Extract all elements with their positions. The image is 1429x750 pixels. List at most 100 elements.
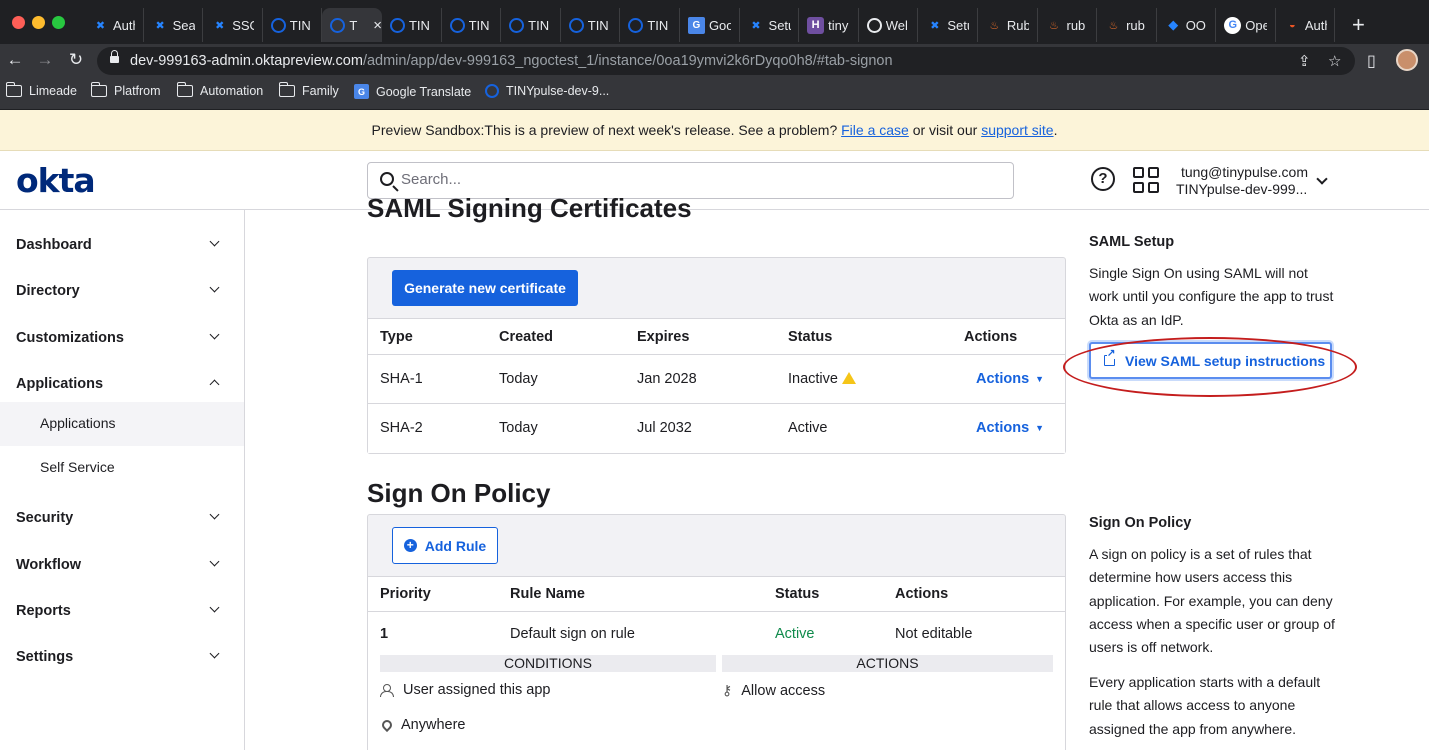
forward-icon[interactable]: → <box>34 50 56 70</box>
condition-label: Anywhere <box>401 717 466 733</box>
browser-tab[interactable]: Htiny <box>799 8 859 42</box>
browser-tab[interactable]: TIN <box>561 8 621 42</box>
okta-ring-icon <box>568 17 584 33</box>
action-allow-access: ⚷ Allow access <box>722 682 825 699</box>
bookmark-item[interactable]: Limeade <box>5 82 77 98</box>
okta-ring-icon <box>330 17 346 33</box>
policy-info-text-2: Every application starts with a default … <box>1089 674 1321 737</box>
share-icon[interactable]: ⇪ <box>1298 52 1311 70</box>
help-icon[interactable]: ? <box>1091 167 1115 191</box>
tab-title: rub <box>1126 17 1145 33</box>
cert-status: Inactive <box>788 371 838 387</box>
browser-tab[interactable]: ◆ OO <box>1157 8 1217 42</box>
sidebar-item-label: Security <box>16 510 74 526</box>
chevron-down-icon <box>209 329 220 340</box>
sidebar-item-customizations[interactable]: Customizations <box>0 309 244 355</box>
sidebar-item-label: Workflow <box>16 557 81 573</box>
profile-avatar[interactable] <box>1396 49 1418 71</box>
sidebar-item-dashboard[interactable]: Dashboard <box>0 216 244 262</box>
back-icon[interactable]: ← <box>4 50 26 70</box>
sidebar-item-reports[interactable]: Reports <box>0 582 244 628</box>
url-text[interactable]: dev-999163-admin.oktapreview.com/admin/a… <box>130 53 893 69</box>
generate-certificate-button[interactable]: Generate new certificate <box>392 270 578 306</box>
close-tab-icon[interactable]: × <box>373 17 382 34</box>
url-field[interactable]: dev-999163-admin.oktapreview.com/admin/a… <box>97 47 1355 75</box>
tab-title: TIN <box>468 17 490 33</box>
maximize-window-button[interactable] <box>52 16 65 29</box>
sidebar-item-directory[interactable]: Directory <box>0 262 244 308</box>
location-pin-icon <box>379 717 395 733</box>
bookmark-item[interactable]: G Google Translate <box>354 84 471 99</box>
browser-tab[interactable]: ♨ rub <box>1097 8 1157 42</box>
app-switcher-icon[interactable] <box>1133 167 1159 193</box>
user-org[interactable]: TINYpulse-dev-999... <box>1176 181 1307 197</box>
tab-title: Wel <box>885 17 908 33</box>
condition-anywhere: Anywhere <box>379 717 466 733</box>
lock-icon[interactable] <box>110 50 119 65</box>
sidebar-item-label: Applications <box>16 376 104 392</box>
support-site-link[interactable]: support site <box>981 122 1053 138</box>
sidebar-toggle-icon[interactable]: ▯ <box>1367 51 1376 71</box>
sidebar-item-settings[interactable]: Settings <box>0 628 244 674</box>
sidebar-item-security[interactable]: Security <box>0 489 244 535</box>
tab-title: T <box>349 17 358 33</box>
banner-end-text: . <box>1053 122 1058 138</box>
browser-tab[interactable]: GGoo <box>680 8 740 42</box>
browser-tab[interactable]: GOpe <box>1216 8 1276 42</box>
search-icon <box>380 172 394 186</box>
browser-tab[interactable]: ✖ Setu <box>740 8 800 42</box>
saml-setup-text: Single Sign On using SAML will not work … <box>1089 265 1334 328</box>
browser-tab[interactable]: TIN <box>263 8 323 42</box>
certificates-table-header: Type Created Expires Status Actions <box>368 318 1065 355</box>
bookmark-label: Google Translate <box>376 84 472 99</box>
actions-dropdown[interactable]: Actions ▼ <box>976 420 1044 436</box>
browser-tab[interactable]: ◒ Auth <box>1276 8 1336 42</box>
browser-tab[interactable]: Wel <box>859 8 919 42</box>
bookmark-item[interactable]: Automation <box>176 82 263 98</box>
minimize-window-button[interactable] <box>32 16 45 29</box>
bookmark-item[interactable]: TINYpulse-dev-9... <box>485 84 609 98</box>
sidebar-subitem-applications[interactable]: Applications <box>0 402 244 446</box>
cert-status: Active <box>788 420 828 436</box>
browser-tab[interactable]: TIN <box>501 8 561 42</box>
chevron-down-icon[interactable] <box>1316 173 1328 185</box>
browser-tab[interactable]: TIN <box>442 8 502 42</box>
file-a-case-link[interactable]: File a case <box>841 122 909 138</box>
browser-tab[interactable]: ✖ Auth <box>84 8 144 42</box>
bookmark-item[interactable]: Family <box>278 82 339 98</box>
browser-tab[interactable]: TIN <box>382 8 442 42</box>
caret-down-icon: ▼ <box>1035 423 1045 433</box>
browser-tab[interactable]: ♨ rub <box>1038 8 1098 42</box>
ruby-icon: ♨ <box>1049 19 1059 32</box>
bookmark-item[interactable]: Platfrom <box>90 82 161 98</box>
cert-expires: Jul 2032 <box>637 420 692 436</box>
policy-info-heading: Sign On Policy <box>1089 515 1192 531</box>
browser-tab[interactable]: T × <box>322 8 382 42</box>
user-icon <box>380 684 394 697</box>
rule-actions: Not editable <box>895 626 973 642</box>
new-tab-button[interactable]: + <box>1352 12 1365 38</box>
reload-icon[interactable]: ↻ <box>65 50 87 70</box>
browser-tab[interactable]: ✖ SSO <box>203 8 263 42</box>
sidebar-item-workflow[interactable]: Workflow <box>0 536 244 582</box>
bookmark-star-icon[interactable]: ☆ <box>1328 52 1341 70</box>
google-icon: G <box>1224 16 1242 34</box>
browser-tab[interactable]: TIN <box>620 8 680 42</box>
sidebar-subitem-self-service[interactable]: Self Service <box>0 446 244 490</box>
view-saml-instructions-button[interactable]: View SAML setup instructions <box>1089 342 1332 379</box>
browser-tab[interactable]: ✖ Setu <box>918 8 978 42</box>
actions-dropdown[interactable]: Actions ▼ <box>976 371 1044 387</box>
sidebar-item-label: Customizations <box>16 330 124 346</box>
folder-icon <box>278 82 295 97</box>
search-input[interactable] <box>401 171 991 188</box>
user-email[interactable]: tung@tinypulse.com <box>1176 164 1308 180</box>
close-window-button[interactable] <box>12 16 25 29</box>
tab-title: Ope <box>1245 17 1267 33</box>
column-header-status: Status <box>775 586 820 602</box>
sidebar-item-applications[interactable]: Applications <box>0 355 244 401</box>
browser-tab[interactable]: ✖ Sea <box>144 8 204 42</box>
saml-certificates-title: SAML Signing Certificates <box>367 193 692 223</box>
add-rule-button[interactable]: + Add Rule <box>392 527 498 564</box>
okta-logo[interactable]: okta <box>16 161 96 200</box>
browser-tab[interactable]: ♨ Rub <box>978 8 1038 42</box>
